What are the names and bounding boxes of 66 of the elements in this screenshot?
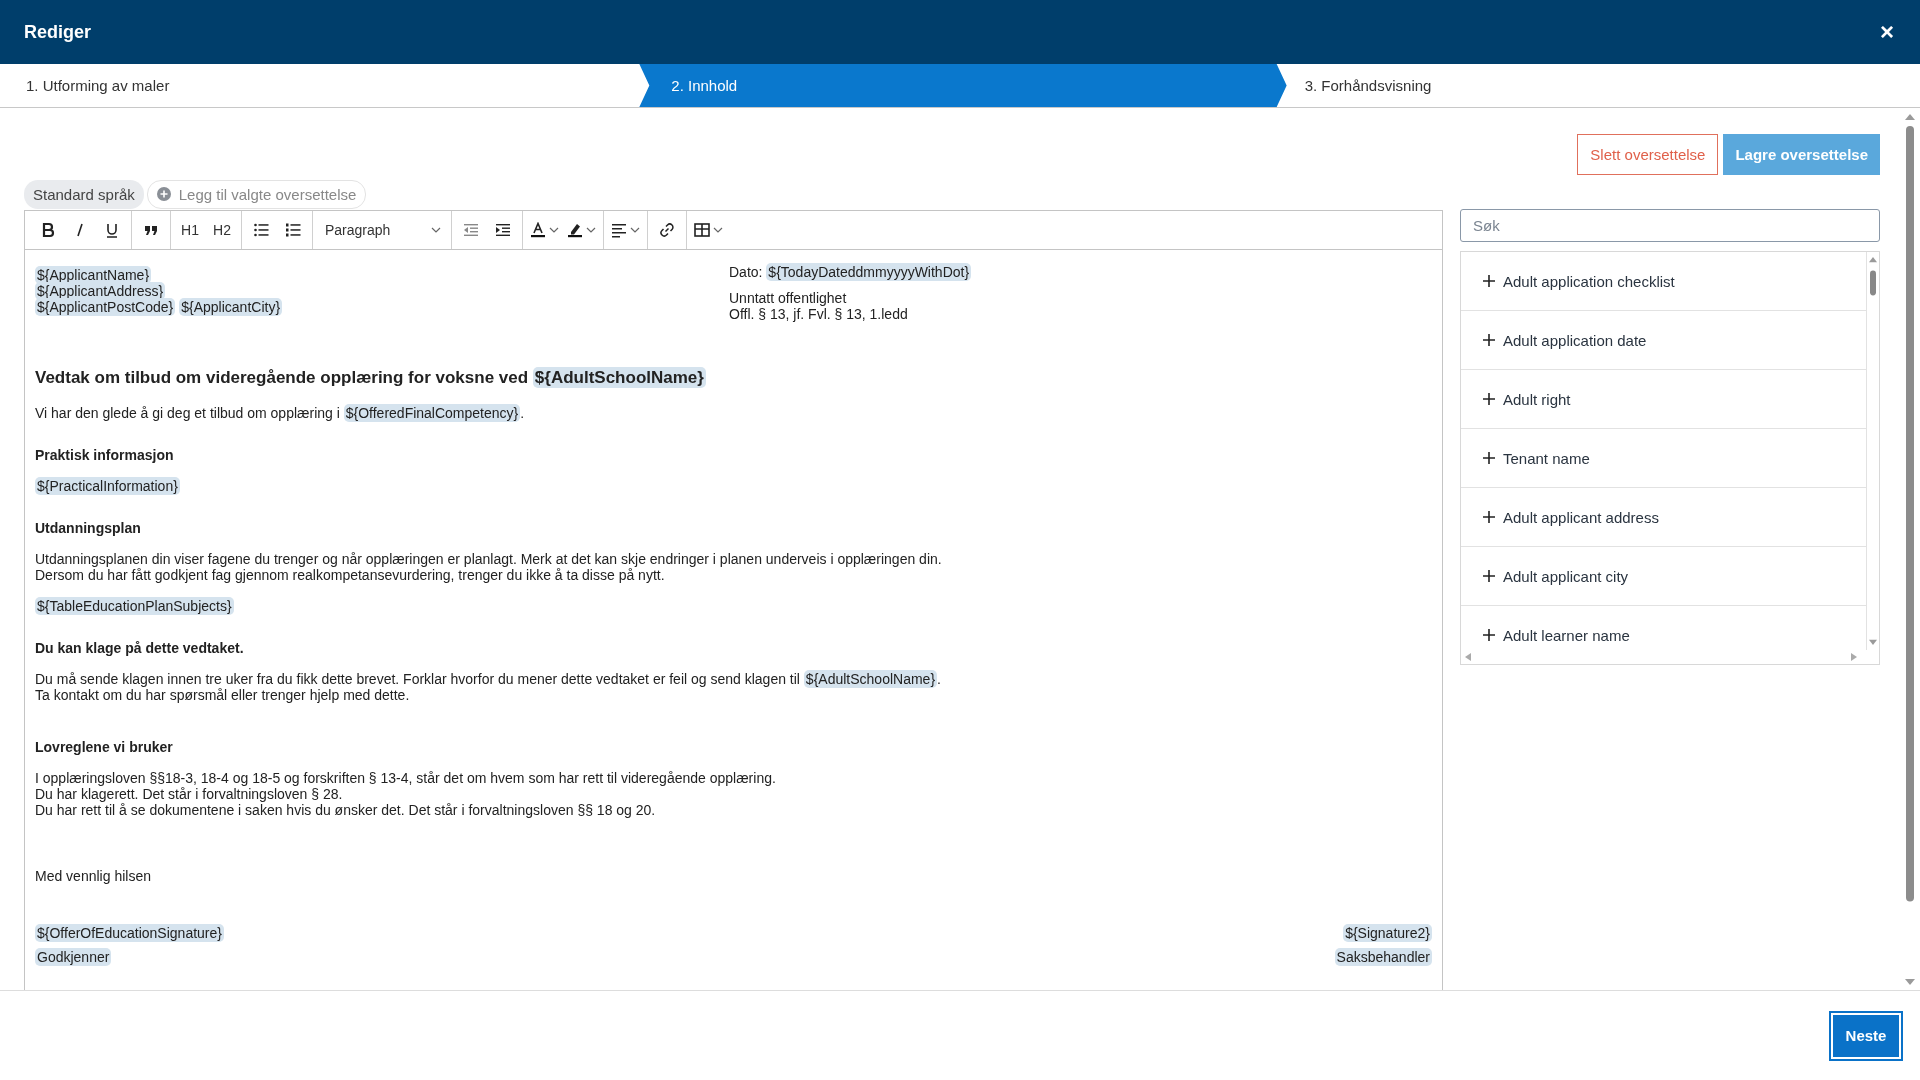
text-color-icon [530,222,546,238]
paragraph: Med vennlig hilsen [35,868,152,884]
bulleted-list-icon [253,222,269,238]
caret-icon [586,227,596,233]
placeholder-tag: ${OfferOfEducationSignature} [35,924,224,942]
field-list-item[interactable]: Adult applicant city [1461,547,1866,606]
delete-translation-button[interactable]: Slett oversettelse [1577,134,1719,175]
numbered-list-icon [285,222,301,238]
search-field[interactable]: Søk [1460,209,1880,242]
paragraph-format-dropdown[interactable]: Paragraph [317,215,447,245]
add-translation-chip[interactable]: Legg til valgte oversettelse [146,179,367,209]
indent-icon [495,222,511,238]
placeholder-tag: ${TableEducationPlanSubjects} [35,597,234,615]
wizard-step[interactable]: 2. Innhold [639,64,1287,107]
heading-button[interactable]: H2 [207,215,237,245]
field-list-item[interactable]: Adult right [1461,370,1866,429]
language-chip[interactable]: Standard språk [24,179,144,209]
paragraph: I opplæringsloven §§18-3, 18-4 og 18-5 og forskriften § 13-4, står det om hvem som har rett til videregående opplæring. Du har klagerett. Det står i forvaltningsloven § 28. Du har rett til å se dokumentene i saken hvis du ønsker det. Det står i forvaltningsloven §§ 18 og 20. [35,770,777,818]
placeholder-tag: ${Signature2} [1343,924,1432,942]
plus-icon [1483,393,1495,405]
plus-icon [1483,334,1495,346]
field-list-item[interactable]: Adult application date [1461,311,1866,370]
plus-icon [1483,511,1495,523]
placeholder-tag: ${TodayDateddmmyyyyWithDot} [766,263,972,281]
placeholder-tag: ${PracticalInformation} [35,477,180,495]
placeholder-tag: ${AdultSchoolName} [803,670,938,688]
field-list-item[interactable]: Adult applicant address [1461,488,1866,547]
window-title: Rediger [24,21,92,43]
placeholder-tag: ${OfferedFinalCompetency} [343,404,521,422]
close-button[interactable]: × [1878,18,1896,46]
paragraph: Vi har den glede å gi deg et tilbud om opplæring i ${OfferedFinalCompetency}. [35,405,526,421]
section-heading: Praktisk informasjon [35,447,175,463]
marker-icon [567,222,583,238]
field-list-item[interactable]: Adult application checklist [1461,252,1866,311]
field-list-item[interactable]: Tenant name [1461,429,1866,488]
caret-icon [713,227,723,233]
plus-icon [1483,629,1495,641]
link-icon [659,222,675,238]
table-icon [694,222,710,238]
scrollbar[interactable] [1904,112,1916,987]
placeholder-tag: ${AdultSchoolName} [532,367,706,388]
plus-icon [1483,275,1495,287]
plus-icon [1483,570,1495,582]
placeholder-tag: ${ApplicantPostCode} [35,298,176,316]
section-heading: Du kan klage på dette vedtaket. [35,640,245,656]
placeholder-tag: Saksbehandler [1334,948,1432,966]
paragraph: Utdanningsplanen din viser fagene du trenger og når opplæringen er planlagt. Merk at det kan skje endringer i planen underveis i opplæringen din. Dersom du har fått godkjent fag gjennom realkompetansevurdering, trenger du ikke å ta disse på nytt. [35,551,943,583]
next-button[interactable]: Neste [1831,1012,1901,1059]
document-meta: Dato: ${TodayDateddmmyyyyWithDot} Unntatt offentlighet Offl. § 13, jf. Fvl. § 13, 1.ledd [729,264,972,322]
caret-icon [630,227,640,233]
wizard-step[interactable]: 1. Utforming av maler [0,64,642,107]
underline-icon [104,222,120,238]
placeholder-tag: Godkjenner [35,948,112,966]
plus-icon [1483,452,1495,464]
align-left-icon [611,222,627,238]
section-heading: Utdanningsplan [35,520,142,536]
placeholder-tag: ${ApplicantCity} [179,298,283,316]
caret-icon [549,227,559,233]
heading-button[interactable]: H1 [175,215,205,245]
outdent-icon [463,222,479,238]
add-circle-icon [156,187,171,201]
paragraph: Du må sende klagen innen tre uker fra du fikk dette brevet. Forklar hvorfor du mener dette vedtaket er feil og send klagen til ${AdultSchoolName}. Ta kontakt om du har spørsmål eller trenger hjelp med dette. [35,671,942,703]
bold-icon [40,222,56,238]
document-heading: Vedtak om tilbud om videregående opplæring for voksne ved ${AdultSchoolName} [35,366,707,390]
section-heading: Lovreglene vi bruker [35,739,174,755]
caret-icon [431,227,441,233]
